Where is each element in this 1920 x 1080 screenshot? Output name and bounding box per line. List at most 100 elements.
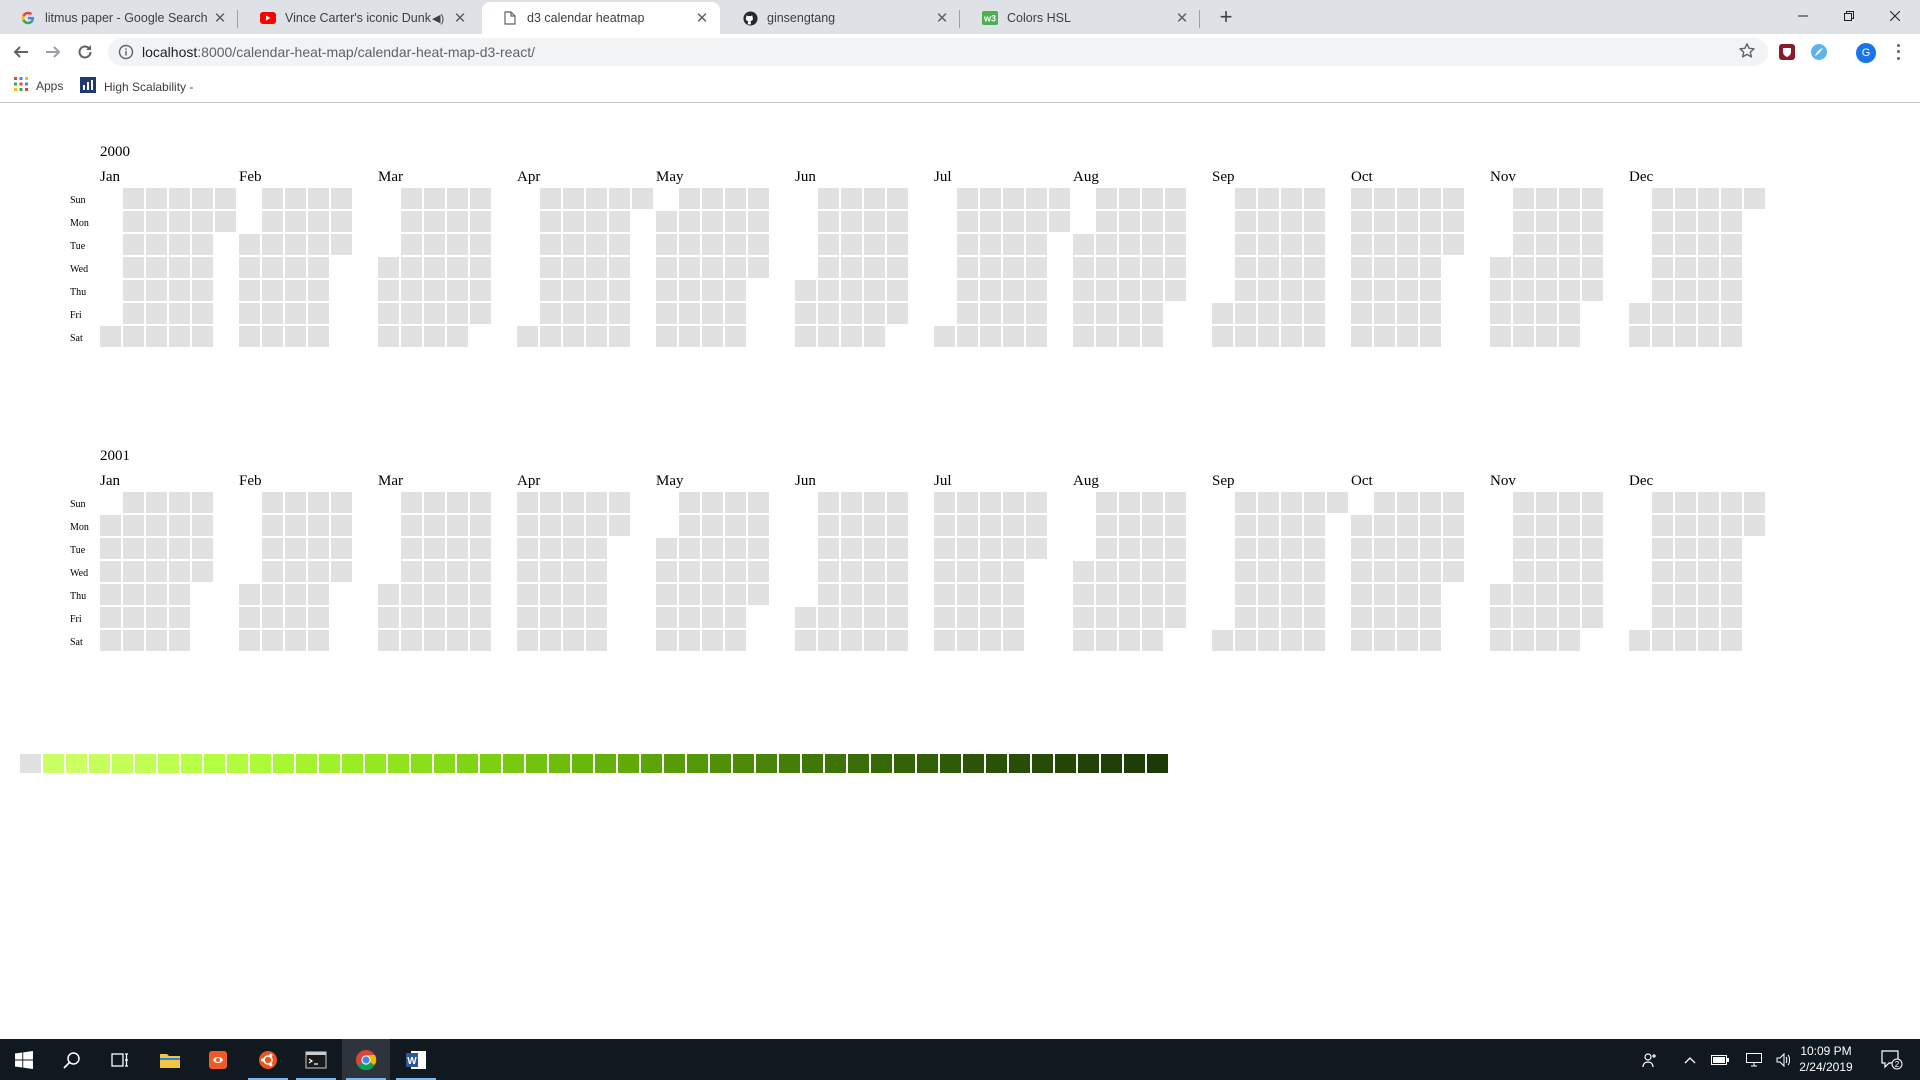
day-cell[interactable] [1675, 630, 1696, 651]
day-cell[interactable] [1698, 280, 1719, 301]
day-cell[interactable] [980, 280, 1001, 301]
day-cell[interactable] [1374, 326, 1395, 347]
day-cell[interactable] [146, 584, 167, 605]
day-cell[interactable] [1351, 234, 1372, 255]
day-cell[interactable] [679, 326, 700, 347]
day-cell[interactable] [679, 561, 700, 582]
day-cell[interactable] [563, 630, 584, 651]
bookmark-high-scalability[interactable]: High Scalability - [80, 77, 193, 96]
day-cell[interactable] [262, 492, 283, 513]
day-cell[interactable] [841, 630, 862, 651]
day-cell[interactable] [748, 515, 769, 536]
day-cell[interactable] [887, 561, 908, 582]
day-cell[interactable] [447, 303, 468, 324]
day-cell[interactable] [239, 280, 260, 301]
day-cell[interactable] [1026, 188, 1047, 209]
day-cell[interactable] [123, 234, 144, 255]
day-cell[interactable] [540, 234, 561, 255]
day-cell[interactable] [1212, 326, 1233, 347]
day-cell[interactable] [1559, 584, 1580, 605]
day-cell[interactable] [1698, 303, 1719, 324]
day-cell[interactable] [1003, 234, 1024, 255]
day-cell[interactable] [378, 303, 399, 324]
day-cell[interactable] [725, 188, 746, 209]
day-cell[interactable] [586, 188, 607, 209]
day-cell[interactable] [1119, 211, 1140, 232]
day-cell[interactable] [517, 630, 538, 651]
day-cell[interactable] [1073, 234, 1094, 255]
day-cell[interactable] [1698, 630, 1719, 651]
day-cell[interactable] [1096, 326, 1117, 347]
day-cell[interactable] [841, 492, 862, 513]
day-cell[interactable] [1119, 234, 1140, 255]
day-cell[interactable] [1073, 257, 1094, 278]
day-cell[interactable] [1397, 280, 1418, 301]
day-cell[interactable] [1235, 326, 1256, 347]
day-cell[interactable] [1675, 561, 1696, 582]
day-cell[interactable] [447, 607, 468, 628]
day-cell[interactable] [1281, 188, 1302, 209]
day-cell[interactable] [1374, 188, 1395, 209]
day-cell[interactable] [1142, 326, 1163, 347]
extension-shield-icon[interactable] [1778, 43, 1796, 61]
day-cell[interactable] [1490, 630, 1511, 651]
day-cell[interactable] [470, 538, 491, 559]
day-cell[interactable] [1420, 492, 1441, 513]
day-cell[interactable] [540, 584, 561, 605]
day-cell[interactable] [702, 211, 723, 232]
tab-ginsengtang[interactable]: ginsengtang ✕ [722, 2, 960, 34]
day-cell[interactable] [401, 515, 422, 536]
day-cell[interactable] [563, 280, 584, 301]
bookmark-apps[interactable]: Apps [14, 77, 63, 94]
day-cell[interactable] [262, 211, 283, 232]
day-cell[interactable] [702, 280, 723, 301]
day-cell[interactable] [679, 188, 700, 209]
day-cell[interactable] [1142, 257, 1163, 278]
day-cell[interactable] [586, 280, 607, 301]
day-cell[interactable] [1258, 561, 1279, 582]
day-cell[interactable] [656, 584, 677, 605]
day-cell[interactable] [1281, 538, 1302, 559]
day-cell[interactable] [169, 492, 190, 513]
day-cell[interactable] [169, 326, 190, 347]
day-cell[interactable] [957, 257, 978, 278]
day-cell[interactable] [285, 280, 306, 301]
day-cell[interactable] [957, 607, 978, 628]
day-cell[interactable] [957, 303, 978, 324]
day-cell[interactable] [818, 584, 839, 605]
day-cell[interactable] [1258, 492, 1279, 513]
day-cell[interactable] [192, 561, 213, 582]
day-cell[interactable] [980, 234, 1001, 255]
day-cell[interactable] [1235, 630, 1256, 651]
day-cell[interactable] [1281, 234, 1302, 255]
day-cell[interactable] [262, 326, 283, 347]
day-cell[interactable] [1536, 211, 1557, 232]
day-cell[interactable] [702, 234, 723, 255]
day-cell[interactable] [748, 211, 769, 232]
day-cell[interactable] [1235, 561, 1256, 582]
day-cell[interactable] [795, 280, 816, 301]
day-cell[interactable] [1652, 607, 1673, 628]
day-cell[interactable] [1420, 188, 1441, 209]
day-cell[interactable] [586, 211, 607, 232]
day-cell[interactable] [795, 326, 816, 347]
day-cell[interactable] [100, 607, 121, 628]
day-cell[interactable] [980, 211, 1001, 232]
day-cell[interactable] [1281, 630, 1302, 651]
day-cell[interactable] [725, 326, 746, 347]
day-cell[interactable] [308, 515, 329, 536]
day-cell[interactable] [1513, 188, 1534, 209]
day-cell[interactable] [1652, 211, 1673, 232]
day-cell[interactable] [169, 561, 190, 582]
day-cell[interactable] [1397, 538, 1418, 559]
day-cell[interactable] [169, 303, 190, 324]
day-cell[interactable] [331, 515, 352, 536]
day-cell[interactable] [1513, 492, 1534, 513]
day-cell[interactable] [632, 188, 653, 209]
day-cell[interactable] [308, 538, 329, 559]
day-cell[interactable] [818, 211, 839, 232]
day-cell[interactable] [424, 584, 445, 605]
day-cell[interactable] [378, 257, 399, 278]
day-cell[interactable] [308, 561, 329, 582]
day-cell[interactable] [748, 561, 769, 582]
